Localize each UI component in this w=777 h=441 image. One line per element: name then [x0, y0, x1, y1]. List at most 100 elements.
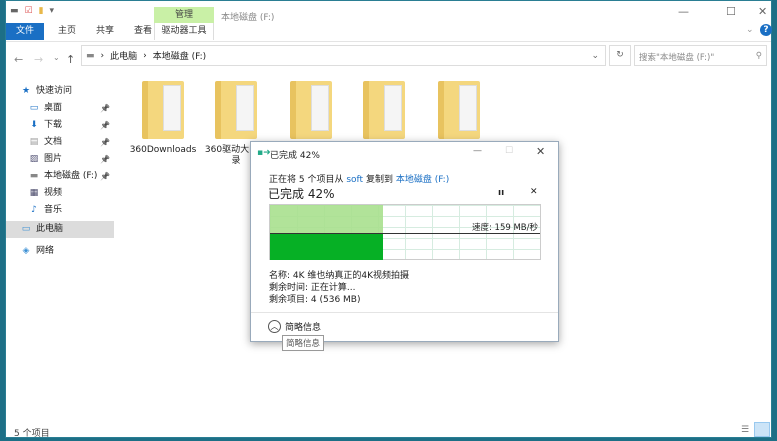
breadcrumb-this-pc[interactable]: 此电脑	[110, 49, 137, 62]
source-link[interactable]: soft	[346, 175, 363, 185]
less-details-button[interactable]: ︿ 简略信息	[268, 320, 321, 333]
copy-icon: ▪➜	[257, 148, 271, 158]
folder-item[interactable]: 360Downloads	[128, 81, 198, 156]
sidebar-item[interactable]: ▨ 图片 📌	[6, 151, 114, 168]
picture-icon: ▨	[29, 154, 39, 164]
music-icon: ♪	[31, 205, 37, 215]
new-folder-icon[interactable]: ▮	[39, 6, 44, 16]
expand-ribbon-icon[interactable]: ⌄	[746, 25, 754, 35]
pin-icon[interactable]: 📌	[100, 134, 110, 151]
items-remaining: 剩余项目: 4 (536 MB)	[269, 295, 361, 305]
destination-link[interactable]: 本地磁盘 (F:)	[396, 175, 449, 185]
quick-access-toolbar: ▬ ☑ ▮ ▾	[10, 6, 54, 16]
folder-item[interactable]	[424, 81, 494, 145]
folder-item[interactable]	[349, 81, 419, 145]
sidebar-item-label: 图片	[44, 154, 63, 164]
desktop-icon: ▭	[29, 103, 39, 113]
sidebar-item-label: 下载	[44, 120, 63, 130]
ribbon-tabs: 文件 主页 共享 查看 驱动器工具 ⌄ ?	[6, 23, 772, 40]
sidebar-item[interactable]: ▭ 桌面 📌	[6, 100, 114, 117]
computer-icon: ▭	[21, 224, 31, 234]
address-dropdown-icon[interactable]: ⌄	[591, 51, 599, 61]
cancel-button[interactable]: ✕	[530, 187, 538, 197]
tab-share[interactable]: 共享	[86, 23, 124, 40]
customize-dropdown-icon[interactable]: ▾	[50, 6, 55, 16]
pin-icon[interactable]: 📌	[100, 151, 110, 168]
sidebar-item-label: 网络	[36, 246, 55, 256]
folder-icon	[142, 81, 184, 139]
tab-home[interactable]: 主页	[48, 23, 86, 40]
star-icon: ★	[21, 86, 31, 96]
speed-label: 速度: 159 MB/秒	[471, 223, 538, 233]
dialog-close-button[interactable]: ✕	[536, 145, 545, 158]
sidebar-item-label: 音乐	[44, 205, 63, 215]
speed-line	[270, 233, 540, 234]
progress-fill	[270, 205, 384, 233]
pin-icon[interactable]: 📌	[100, 100, 110, 117]
sidebar-item[interactable]: ◈ 网络	[6, 243, 114, 260]
dialog-title: 已完成 42%	[270, 151, 320, 161]
recent-dropdown-icon[interactable]: ⌄	[53, 53, 60, 62]
tab-drive-tools[interactable]: 驱动器工具	[154, 23, 214, 40]
divider	[251, 312, 558, 313]
breadcrumb-drive[interactable]: 本地磁盘 (F:)	[153, 49, 206, 62]
folder-icon	[363, 81, 405, 139]
speed-fill	[270, 233, 384, 260]
up-button[interactable]: ↑	[66, 53, 75, 66]
sidebar-item[interactable]: ▬ 本地磁盘 (F:) 📌	[6, 168, 114, 185]
pin-icon[interactable]: 📌	[100, 168, 110, 185]
sidebar-item[interactable]: ▦ 视频	[6, 185, 114, 202]
folder-name: 360Downloads	[129, 145, 197, 155]
copy-description: 正在将 5 个项目从 soft 复制到 本地磁盘 (F:)	[269, 172, 449, 185]
pin-icon[interactable]: 📌	[100, 117, 110, 134]
refresh-button[interactable]: ↻	[609, 45, 631, 66]
dialog-maximize-button[interactable]: ☐	[505, 146, 513, 156]
sidebar-item-label: 桌面	[44, 103, 63, 113]
folder-icon	[438, 81, 480, 139]
speed-graph: 速度: 159 MB/秒	[269, 204, 541, 260]
sidebar-item-label: 本地磁盘 (F:)	[44, 171, 98, 181]
video-icon: ▦	[29, 188, 39, 198]
download-icon: ⬇	[30, 120, 38, 130]
less-details-label: 简略信息	[285, 323, 322, 333]
document-icon: ▤	[29, 137, 39, 147]
minimize-button[interactable]: —	[678, 5, 689, 18]
large-icons-view-icon[interactable]	[754, 422, 770, 437]
tab-file[interactable]: 文件	[6, 23, 44, 40]
details-view-icon[interactable]: ☰	[741, 425, 749, 435]
search-input[interactable]: 搜索"本地磁盘 (F:)" ⚲	[634, 45, 767, 66]
window-title: 本地磁盘 (F:)	[221, 13, 275, 23]
drive-icon: ▬	[86, 50, 95, 61]
back-button[interactable]: ←	[14, 53, 23, 66]
sidebar-item[interactable]: ▤ 文档 📌	[6, 134, 114, 151]
sidebar-item-label: 此电脑	[36, 224, 64, 234]
progress-headline: 已完成 42%	[268, 187, 335, 201]
drive-icon: ▬	[10, 6, 19, 16]
forward-button[interactable]: →	[34, 53, 43, 66]
manage-tab[interactable]: 管理	[154, 7, 214, 23]
drive-icon: ▬	[29, 171, 39, 181]
sidebar-item[interactable]: ★ 快速访问	[6, 83, 114, 100]
network-icon: ◈	[22, 246, 30, 256]
tooltip: 简略信息	[282, 335, 325, 351]
sidebar-item-label: 文档	[44, 137, 63, 147]
sidebar-item-label: 快速访问	[36, 86, 73, 96]
ribbon-divider	[6, 41, 771, 42]
dialog-minimize-button[interactable]: —	[473, 146, 482, 156]
status-item-count: 5 个项目	[14, 429, 50, 439]
search-placeholder: 搜索"本地磁盘 (F:)"	[639, 53, 715, 63]
folder-item[interactable]	[276, 81, 346, 145]
folder-icon	[290, 81, 332, 139]
chevron-right-icon: ›	[143, 50, 147, 61]
sidebar-item[interactable]: ▭ 此电脑	[6, 221, 114, 238]
address-bar[interactable]: ▬ › 此电脑 › 本地磁盘 (F:) ⌄	[81, 45, 606, 66]
pause-button[interactable]: ıı	[498, 188, 504, 198]
properties-icon[interactable]: ☑	[25, 6, 33, 16]
close-button[interactable]: ✕	[758, 5, 767, 18]
sidebar-item[interactable]: ♪ 音乐	[6, 202, 114, 219]
maximize-button[interactable]: ☐	[726, 5, 736, 18]
sidebar-item-label: 视频	[44, 188, 63, 198]
help-icon[interactable]: ?	[760, 24, 772, 36]
sidebar-item[interactable]: ⬇ 下载 📌	[6, 117, 114, 134]
chevron-up-icon: ︿	[268, 320, 281, 333]
